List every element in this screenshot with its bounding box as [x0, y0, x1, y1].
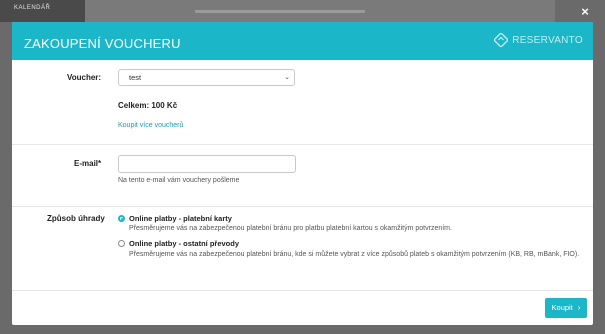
- buy-more-vouchers-link[interactable]: Koupit více voucherů: [118, 122, 183, 129]
- voucher-select[interactable]: test ⌄: [118, 69, 295, 86]
- brand-name: RESERVANTO: [512, 34, 583, 46]
- section-divider: [12, 144, 593, 145]
- payment-transfer-radio[interactable]: [118, 240, 125, 247]
- payment-transfer-desc: Přesměrujeme vás na zabezpečenou platebn…: [129, 251, 580, 258]
- modal-header: ZAKOUPENÍ VOUCHERU RESERVANTO: [12, 22, 593, 60]
- chevron-down-icon: ⌄: [284, 74, 290, 81]
- background-text-placeholder: [195, 10, 365, 13]
- brand-logo: RESERVANTO: [494, 33, 583, 47]
- buy-button[interactable]: Koupit ›: [545, 298, 587, 318]
- email-field[interactable]: [118, 155, 296, 173]
- background-strip: [85, 0, 555, 22]
- section-divider: [12, 206, 593, 207]
- email-label: E-mail*: [74, 159, 102, 168]
- payment-label: Způsob úhrady: [47, 214, 105, 223]
- background-nav-calendar: KALENDÁŘ: [14, 5, 51, 11]
- close-icon[interactable]: ×: [578, 5, 592, 19]
- chevron-right-icon: ›: [577, 303, 581, 312]
- voucher-modal: ZAKOUPENÍ VOUCHERU RESERVANTO Voucher: t…: [12, 22, 593, 325]
- section-divider: [12, 290, 593, 291]
- background-topbar: KALENDÁŘ: [0, 0, 85, 22]
- modal-title: ZAKOUPENÍ VOUCHERU: [24, 36, 181, 51]
- email-hint: Na tento e-mail vám vouchery pošleme: [118, 177, 240, 184]
- payment-card-desc: Přesměrujeme vás na zabezpečenou platebn…: [129, 225, 452, 232]
- payment-card-title: Online platby - platební karty: [129, 214, 232, 223]
- voucher-label: Voucher:: [67, 73, 102, 82]
- payment-card-radio[interactable]: [118, 215, 125, 222]
- buy-button-label: Koupit: [551, 303, 573, 312]
- voucher-total: Celkem: 100 Kč: [118, 101, 178, 110]
- payment-transfer-title: Online platby - ostatní převody: [129, 239, 240, 248]
- reservanto-logo-icon: [494, 33, 509, 47]
- voucher-select-value: test: [129, 73, 142, 82]
